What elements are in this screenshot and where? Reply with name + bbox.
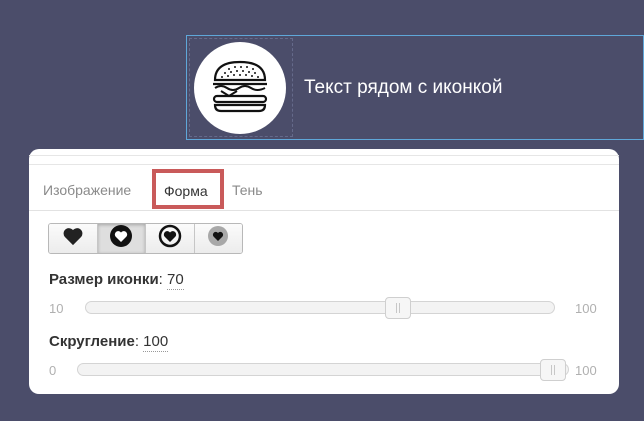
shape-heart-button[interactable] (49, 224, 98, 253)
size-slider-handle[interactable] (385, 297, 411, 319)
heart-solid-icon (62, 226, 84, 251)
shape-selector (48, 223, 243, 254)
round-max: 100 (575, 363, 597, 378)
size-max: 100 (575, 301, 597, 316)
panel-header-lines (29, 155, 619, 165)
round-label: Скругление (49, 333, 135, 350)
size-min: 10 (49, 301, 64, 316)
heart-ring-icon (158, 224, 182, 253)
icon-side-text[interactable]: Текст рядом с иконкой (304, 77, 502, 99)
round-min: 0 (49, 363, 57, 378)
shape-ring-button[interactable] (146, 224, 195, 253)
round-slider-handle[interactable] (540, 359, 566, 381)
size-label-row: Размер иконки: 70 (49, 271, 184, 290)
round-slider-track[interactable] (77, 363, 569, 376)
burger-icon (207, 58, 273, 119)
round-label-row: Скругление: 100 (49, 333, 169, 352)
shape-grey-circle-button[interactable] (194, 224, 242, 253)
size-slider-track[interactable] (85, 301, 555, 314)
size-value[interactable]: 70 (167, 271, 184, 290)
icon-settings-panel: Изображение Форма Тень Размер иконки: 70… (29, 149, 619, 394)
tab-image[interactable]: Изображение (43, 182, 131, 198)
tab-shape-label: Форма (164, 183, 208, 199)
icon-text-block[interactable]: Текст рядом с иконкой (186, 35, 644, 140)
round-value[interactable]: 100 (143, 333, 169, 352)
heart-circle-icon (109, 224, 133, 253)
heart-grey-circle-icon (206, 224, 230, 253)
shape-circle-button[interactable] (97, 224, 146, 253)
tab-shape[interactable]: Форма (152, 169, 224, 209)
tab-bar: Изображение Форма Тень (29, 169, 619, 211)
icon-circle (194, 42, 286, 134)
tab-shadow[interactable]: Тень (232, 182, 263, 198)
size-label: Размер иконки (49, 271, 159, 288)
